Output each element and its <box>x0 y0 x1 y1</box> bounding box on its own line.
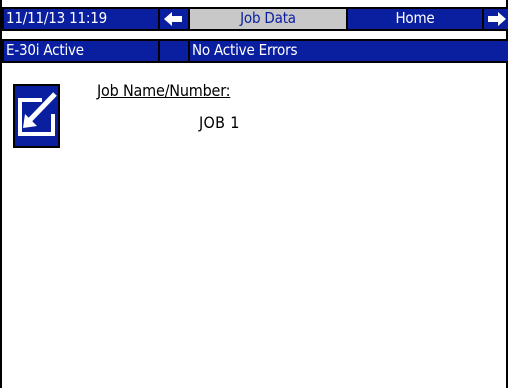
arrow-right-icon <box>488 12 506 26</box>
datetime-display: 11/11/13 11:19 <box>2 7 160 31</box>
error-status: No Active Errors <box>188 39 508 63</box>
job-name-value: JOB 1 <box>199 113 240 132</box>
next-screen-button[interactable] <box>482 7 508 31</box>
status-indicator <box>158 39 190 63</box>
edit-icon <box>18 92 57 136</box>
datetime-text: 11/11/13 11:19 <box>6 9 107 27</box>
tab-job-data[interactable]: Job Data <box>188 7 348 31</box>
tab-job-data-label: Job Data <box>240 9 296 27</box>
arrow-left-icon <box>164 12 182 26</box>
tab-home[interactable]: Home <box>346 7 484 31</box>
prev-screen-button[interactable] <box>158 7 190 31</box>
tab-home-label: Home <box>395 9 435 27</box>
job-name-label: Job Name/Number: <box>97 81 231 100</box>
error-status-text: No Active Errors <box>192 41 298 59</box>
edit-button[interactable] <box>13 84 60 148</box>
machine-status-text: E-30i Active <box>6 41 84 59</box>
screen: 11/11/13 11:19 Job Data Home E-30i Activ… <box>0 0 508 388</box>
machine-status: E-30i Active <box>2 39 160 63</box>
